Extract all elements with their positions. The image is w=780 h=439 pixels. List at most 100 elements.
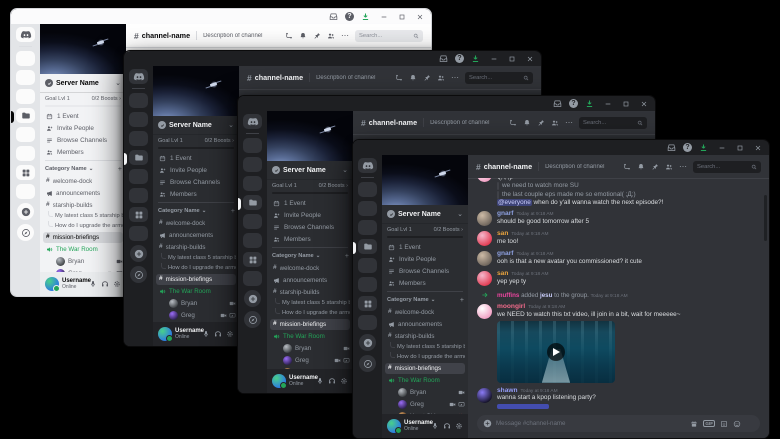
attach-plus-icon[interactable] <box>483 419 492 428</box>
window-titlebar[interactable]: ? <box>124 51 541 66</box>
maximize-button[interactable] <box>622 100 630 108</box>
search-input[interactable]: Search... <box>579 117 647 129</box>
thread-item[interactable]: How do I upgrade the armor-... <box>43 221 123 231</box>
channel-announcements[interactable]: announcements <box>385 319 465 330</box>
server-icon[interactable] <box>16 165 35 180</box>
nav-item-1-event[interactable]: 1 Event <box>40 110 126 122</box>
category-header[interactable]: Category Name ⌄ + <box>153 205 239 217</box>
add-server-button[interactable] <box>244 290 261 307</box>
update-icon[interactable] <box>471 54 480 63</box>
explore-servers-button[interactable] <box>359 355 376 372</box>
headphones-icon[interactable] <box>101 280 109 288</box>
boost-goal[interactable]: Goal Lvl 1 0/2 Boosts › <box>40 92 126 110</box>
message-avatar[interactable] <box>477 304 492 319</box>
more-options-icon[interactable]: ⋯ <box>451 74 459 82</box>
thread-item[interactable]: How do I upgrade the armor-... <box>270 308 350 318</box>
inbox-icon[interactable] <box>329 12 338 21</box>
mic-icon[interactable] <box>89 280 97 288</box>
gift-icon[interactable] <box>690 420 698 428</box>
voice-user[interactable]: Greg <box>156 309 236 321</box>
server-icon[interactable] <box>16 146 35 161</box>
server-icon[interactable] <box>16 70 35 85</box>
voice-user[interactable]: Bryan <box>156 297 236 309</box>
discord-home-button[interactable] <box>16 27 35 42</box>
notifications-bell-icon[interactable] <box>299 32 307 40</box>
server-icon[interactable] <box>16 184 35 199</box>
message-avatar[interactable] <box>477 178 492 182</box>
search-input[interactable]: Search... <box>355 30 423 42</box>
close-button[interactable] <box>416 13 424 21</box>
server-icon[interactable] <box>129 131 148 146</box>
thread-item[interactable]: My latest class 5 starship bui... <box>270 298 350 308</box>
voice-user[interactable]: Bryan <box>385 386 465 398</box>
server-header[interactable]: Server Name ⌄ <box>382 205 468 223</box>
add-server-button[interactable] <box>17 203 34 220</box>
member-list-icon[interactable] <box>327 32 335 40</box>
add-server-button[interactable] <box>359 334 376 351</box>
nav-item-1-event[interactable]: 1 Event <box>382 241 468 253</box>
nav-item-browse-channels[interactable]: Browse Channels <box>267 221 353 233</box>
notifications-bell-icon[interactable] <box>523 119 531 127</box>
server-header[interactable]: Server Name ⌄ <box>153 116 239 134</box>
server-icon[interactable] <box>129 188 148 203</box>
thread-item[interactable]: My latest class 5 starship bui... <box>43 211 123 221</box>
member-list-icon[interactable] <box>437 74 445 82</box>
nav-item-invite-people[interactable]: Invite People <box>382 253 468 265</box>
user-avatar[interactable] <box>158 327 172 341</box>
help-icon[interactable]: ? <box>569 99 578 108</box>
update-icon[interactable] <box>361 12 370 21</box>
nav-item-invite-people[interactable]: Invite People <box>267 209 353 221</box>
voice-user[interactable]: Greg <box>385 398 465 410</box>
channel-mission-briefings[interactable]: #mission-briefings <box>385 363 465 374</box>
mic-icon[interactable] <box>431 422 439 430</box>
server-icon[interactable] <box>243 252 262 267</box>
server-icon[interactable] <box>243 233 262 248</box>
nav-item-invite-people[interactable]: Invite People <box>153 164 239 176</box>
channel-starship-builds[interactable]: #starship-builds <box>156 242 236 253</box>
server-icon[interactable] <box>243 157 262 172</box>
more-options-icon[interactable]: ⋯ <box>679 163 687 171</box>
apps-grid-icon[interactable] <box>746 420 754 428</box>
nav-item-browse-channels[interactable]: Browse Channels <box>40 134 126 146</box>
window-titlebar[interactable]: ? <box>238 96 655 111</box>
minimize-button[interactable] <box>604 100 612 108</box>
minimize-button[interactable] <box>380 13 388 21</box>
nav-item-1-event[interactable]: 1 Event <box>153 152 239 164</box>
server-icon[interactable] <box>243 214 262 229</box>
server-icon[interactable] <box>358 201 377 216</box>
server-header[interactable]: Server Name ⌄ <box>40 74 126 92</box>
message-avatar[interactable] <box>477 388 492 403</box>
create-channel-icon[interactable]: + <box>345 253 349 260</box>
category-header[interactable]: Category Name ⌄ + <box>267 250 353 262</box>
channel-mission-briefings[interactable]: #mission-briefings <box>43 232 123 243</box>
server-icon[interactable] <box>129 226 148 241</box>
channel-welcome-dock[interactable]: #welcome-dock <box>156 218 236 229</box>
server-header[interactable]: Server Name ⌄ <box>267 161 353 179</box>
window-titlebar[interactable]: ? <box>353 140 769 155</box>
help-icon[interactable]: ? <box>455 54 464 63</box>
minimize-button[interactable] <box>490 55 498 63</box>
server-icon[interactable] <box>358 277 377 292</box>
settings-gear-icon[interactable] <box>340 377 348 385</box>
channel-welcome-dock[interactable]: #welcome-dock <box>385 307 465 318</box>
help-icon[interactable]: ? <box>345 12 354 21</box>
server-icon[interactable] <box>358 296 377 311</box>
nav-item-browse-channels[interactable]: Browse Channels <box>153 176 239 188</box>
video-embed[interactable] <box>497 321 615 383</box>
discord-home-button[interactable] <box>243 114 262 129</box>
headphones-icon[interactable] <box>328 377 336 385</box>
category-header[interactable]: Category Name ⌄ + <box>40 163 126 175</box>
threads-icon[interactable] <box>285 32 293 40</box>
server-icon[interactable] <box>129 169 148 184</box>
nav-item-members[interactable]: Members <box>153 188 239 200</box>
server-icon[interactable] <box>129 207 148 222</box>
user-avatar[interactable] <box>45 277 59 291</box>
message-username[interactable]: shawn <box>497 387 518 395</box>
nav-item-invite-people[interactable]: Invite People <box>40 122 126 134</box>
voice-user[interactable]: Bryan <box>270 342 350 354</box>
boost-goal[interactable]: Goal Lvl 1 0/2 Boosts › <box>382 223 468 241</box>
server-icon[interactable] <box>243 176 262 191</box>
more-options-icon[interactable]: ⋯ <box>565 119 573 127</box>
server-icon[interactable] <box>129 93 148 108</box>
explore-servers-button[interactable] <box>17 224 34 241</box>
